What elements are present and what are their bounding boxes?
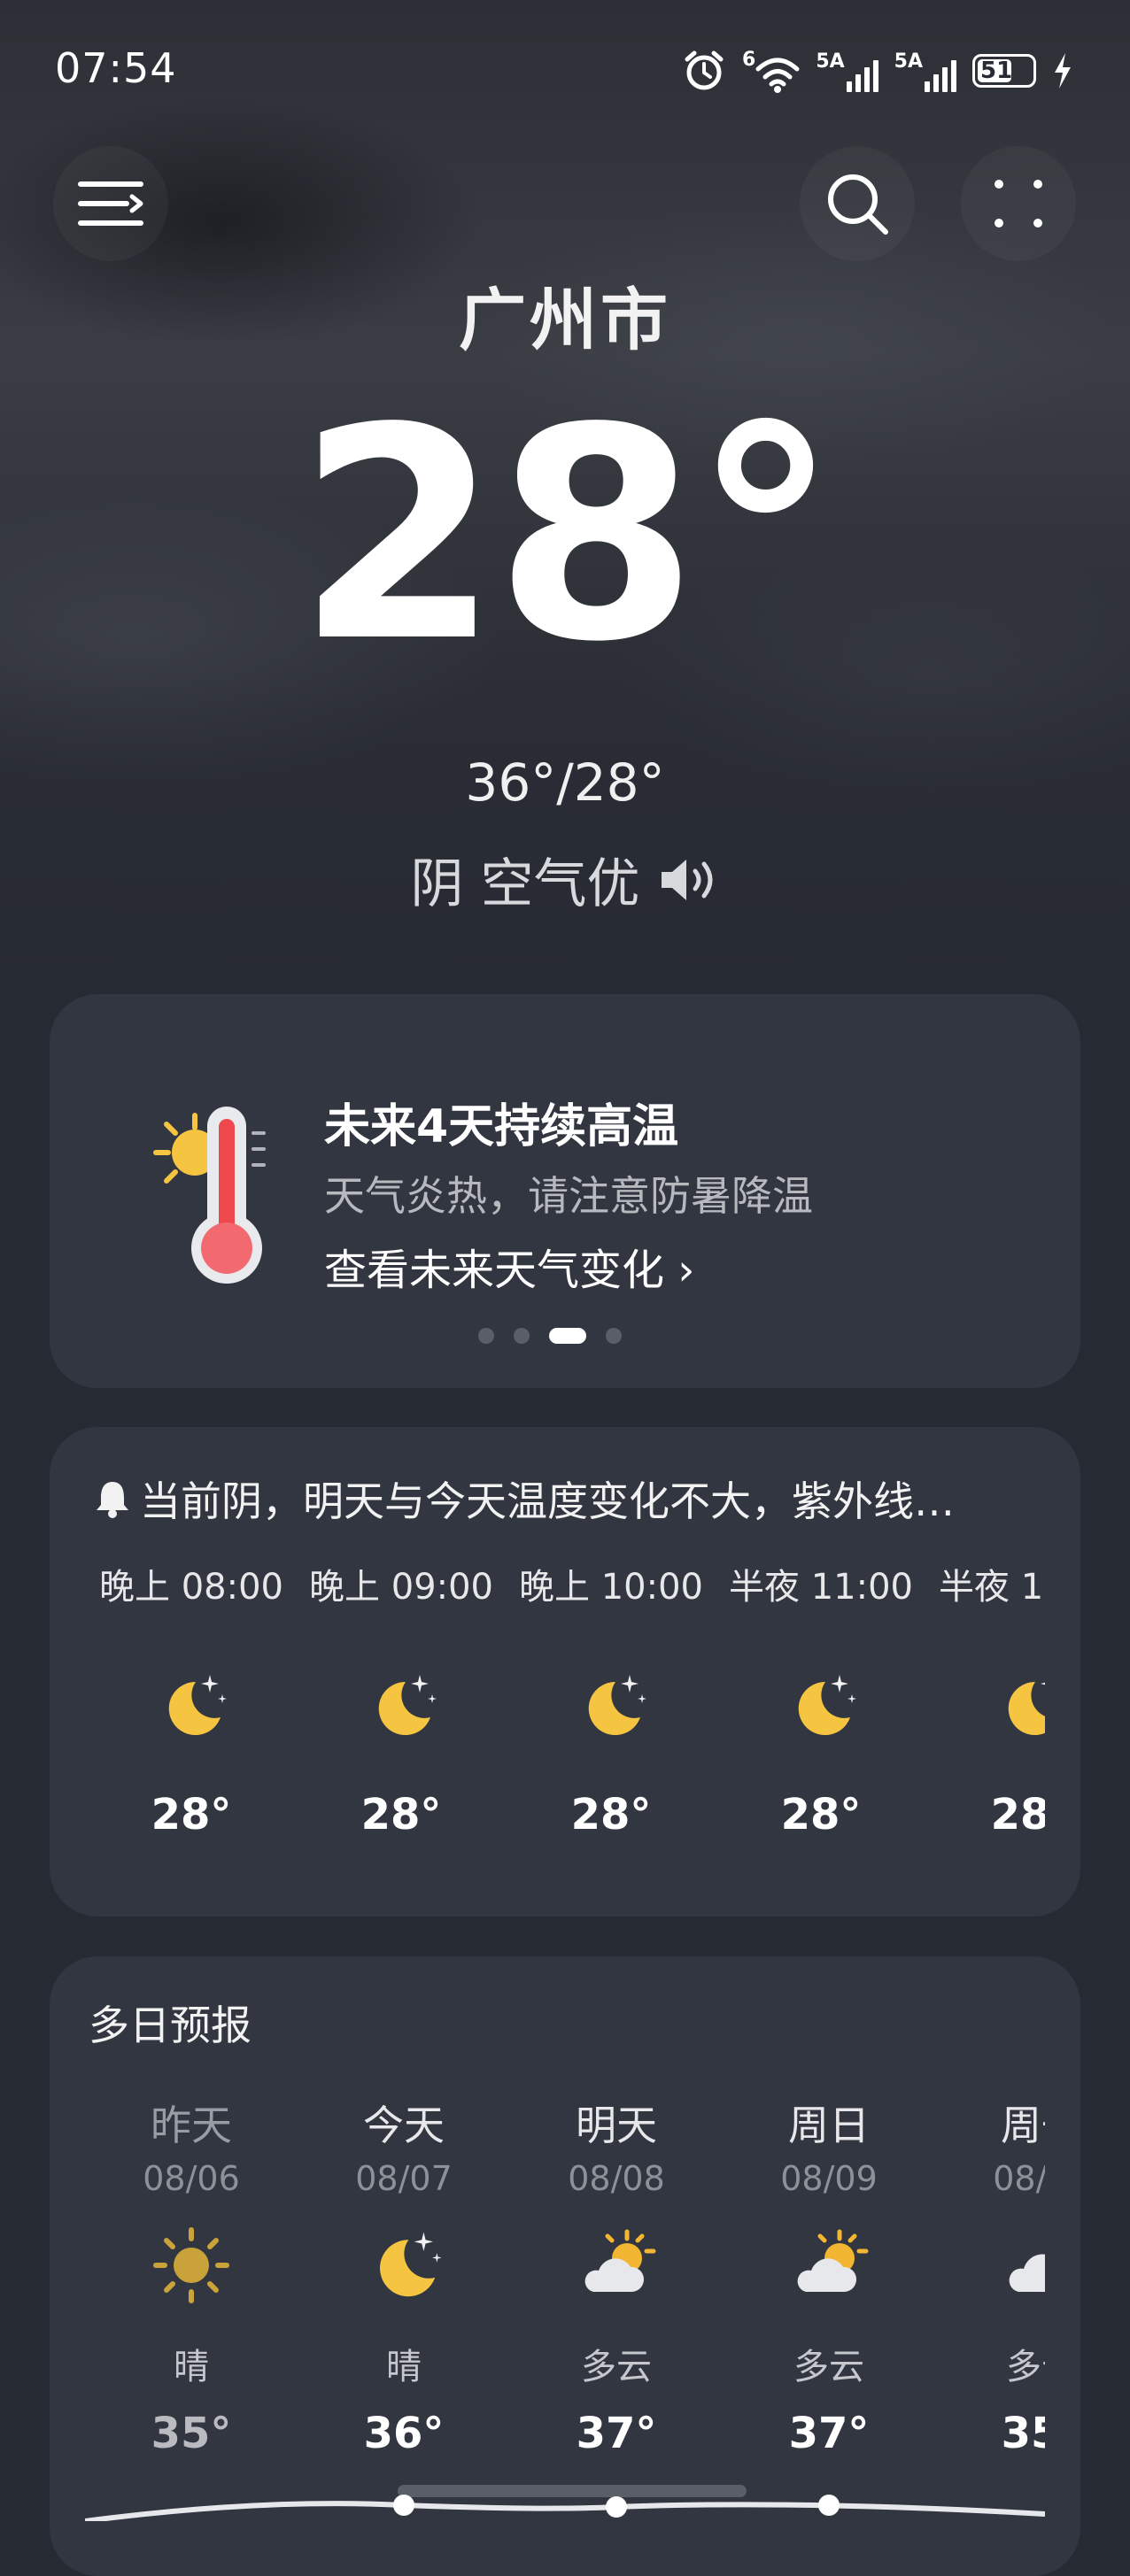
hour-temperature: 28°: [151, 1790, 232, 1839]
moon-stars-icon: [588, 1675, 646, 1735]
moon-stars-icon: [798, 1675, 856, 1735]
search-icon: [828, 174, 888, 235]
four-dots-icon: [995, 180, 1042, 228]
signal-bars-icon: [925, 59, 956, 92]
day-high-temperature: 37°: [576, 2409, 657, 2458]
day-name: 今天: [363, 2102, 445, 2149]
day-date: 08/06: [143, 2159, 240, 2198]
hour-item: 半夜 11:00 28°: [715, 1558, 927, 1839]
hour-time: 半夜 11:00: [729, 1567, 913, 1608]
bell-icon: [97, 1482, 128, 1518]
status-icons: 6 5A 5A 51: [682, 44, 1073, 97]
moon-stars-icon: [168, 1675, 227, 1735]
day-name: 周一: [1001, 2102, 1045, 2149]
carousel-pagination[interactable]: [478, 1328, 622, 1344]
hour-temperature: 28°: [990, 1790, 1045, 1839]
day-condition: 多云: [581, 2347, 652, 2387]
battery-icon: 51: [972, 54, 1036, 88]
alarm-icon: [685, 50, 724, 90]
wifi-icon: [755, 58, 800, 93]
sim1-signal: 5A: [816, 50, 878, 92]
sim2-signal: 5A: [894, 50, 956, 92]
hour-item: 晚上 09:00 28°: [295, 1558, 507, 1839]
day-date: 08/09: [780, 2159, 878, 2198]
more-options-button[interactable]: [961, 146, 1076, 261]
day-name: 昨天: [151, 2102, 232, 2149]
wifi-label: 6: [742, 48, 756, 71]
hour-temperature: 28°: [780, 1790, 862, 1839]
view-future-weather-link[interactable]: 查看未来天气变化 ›: [324, 1235, 694, 1297]
summary-text: 当前阴，明天与今天温度变化不大，紫外线…: [140, 1477, 955, 1525]
search-button[interactable]: [800, 146, 915, 261]
alert-subtitle: 天气炎热，请注意防暑降温: [324, 1172, 813, 1220]
day-condition: 晴: [174, 2347, 209, 2387]
temperature-trend-line: [85, 2485, 1045, 2521]
hour-temperature: 28°: [570, 1790, 652, 1839]
moon-stars-icon: [378, 1675, 437, 1735]
daily-scroll[interactable]: 昨天 08/06 晴 35° 今天 08/07 晴 36° 明天 08/08 多…: [85, 2094, 1045, 2521]
menu-icon: [78, 181, 143, 226]
day-date: 08/08: [568, 2159, 665, 2198]
day-date: 08/10: [993, 2159, 1045, 2198]
day-condition: 晴: [386, 2347, 422, 2387]
cloudy-icon: [1009, 2254, 1045, 2292]
partly-cloudy-icon: [584, 2229, 656, 2292]
hour-item: 晚上 10:00 28°: [505, 1558, 717, 1839]
partly-cloudy-icon: [797, 2229, 869, 2292]
page-dot[interactable]: [478, 1328, 494, 1344]
day-condition: 多云: [793, 2347, 864, 2387]
condition-row: 阴 空气优: [0, 841, 1130, 918]
day-item[interactable]: 昨天 08/06 晴 35°: [85, 2094, 298, 2458]
signal-bars-icon: [846, 59, 878, 92]
sun-icon: [153, 2227, 229, 2303]
current-temperature: 28°: [296, 366, 839, 706]
hour-time: 晚上 09:00: [309, 1567, 493, 1608]
day-date: 08/07: [355, 2159, 453, 2198]
city-list-button[interactable]: [53, 146, 168, 261]
day-high-temperature: 35°: [1001, 2409, 1045, 2458]
moon-stars-icon: [1008, 1681, 1045, 1735]
high-low-temperature: 36°/28°: [465, 752, 665, 813]
day-name: 明天: [576, 2102, 657, 2149]
sim2-label: 5A: [894, 50, 923, 73]
day-item[interactable]: 周一 08/10 多云 35°: [935, 2094, 1045, 2458]
sim1-label: 5A: [816, 50, 845, 73]
thermometer-sun-icon: [153, 1107, 266, 1284]
day-condition: 多云: [1006, 2347, 1045, 2387]
day-high-temperature: 37°: [788, 2409, 870, 2458]
alert-title: 未来4天持续高温: [324, 1100, 679, 1153]
battery-level: 51: [980, 58, 1013, 84]
day-high-temperature: 36°: [363, 2409, 445, 2458]
day-item[interactable]: 明天 08/08 多云 37°: [510, 2094, 723, 2458]
weather-summary[interactable]: 当前阴，明天与今天温度变化不大，紫外线…: [94, 1469, 1050, 1528]
hour-time: 半夜 12:00: [939, 1567, 1045, 1608]
day-name: 周日: [788, 2102, 870, 2149]
status-time: 07:54: [55, 44, 177, 92]
page-dot[interactable]: [606, 1328, 622, 1344]
city-name: 广州市: [459, 281, 671, 359]
day-high-temperature: 35°: [151, 2409, 232, 2458]
wifi-indicator: 6: [742, 49, 800, 94]
condition-text: 阴 空气优: [410, 853, 640, 915]
page-dot-active[interactable]: [549, 1328, 586, 1344]
day-item[interactable]: 今天 08/07 晴 36°: [298, 2094, 510, 2458]
charging-bolt-icon: [1055, 53, 1071, 89]
hourly-scroll[interactable]: 晚上 08:00 28° 晚上 09:00 28° 晚上 10:00 28° 半…: [85, 1558, 1045, 1877]
page-dot[interactable]: [514, 1328, 530, 1344]
hour-item: 晚上 08:00 28°: [85, 1558, 298, 1839]
hour-temperature: 28°: [360, 1790, 442, 1839]
moon-stars-icon: [380, 2232, 442, 2297]
hour-time: 晚上 10:00: [519, 1567, 703, 1608]
day-item[interactable]: 周日 08/09 多云 37°: [723, 2094, 935, 2458]
hour-time: 晚上 08:00: [99, 1567, 283, 1608]
hour-item: 半夜 12:00 28°: [925, 1558, 1045, 1839]
speaker-icon[interactable]: [658, 855, 720, 905]
daily-forecast-title: 多日预报: [89, 2001, 252, 2049]
